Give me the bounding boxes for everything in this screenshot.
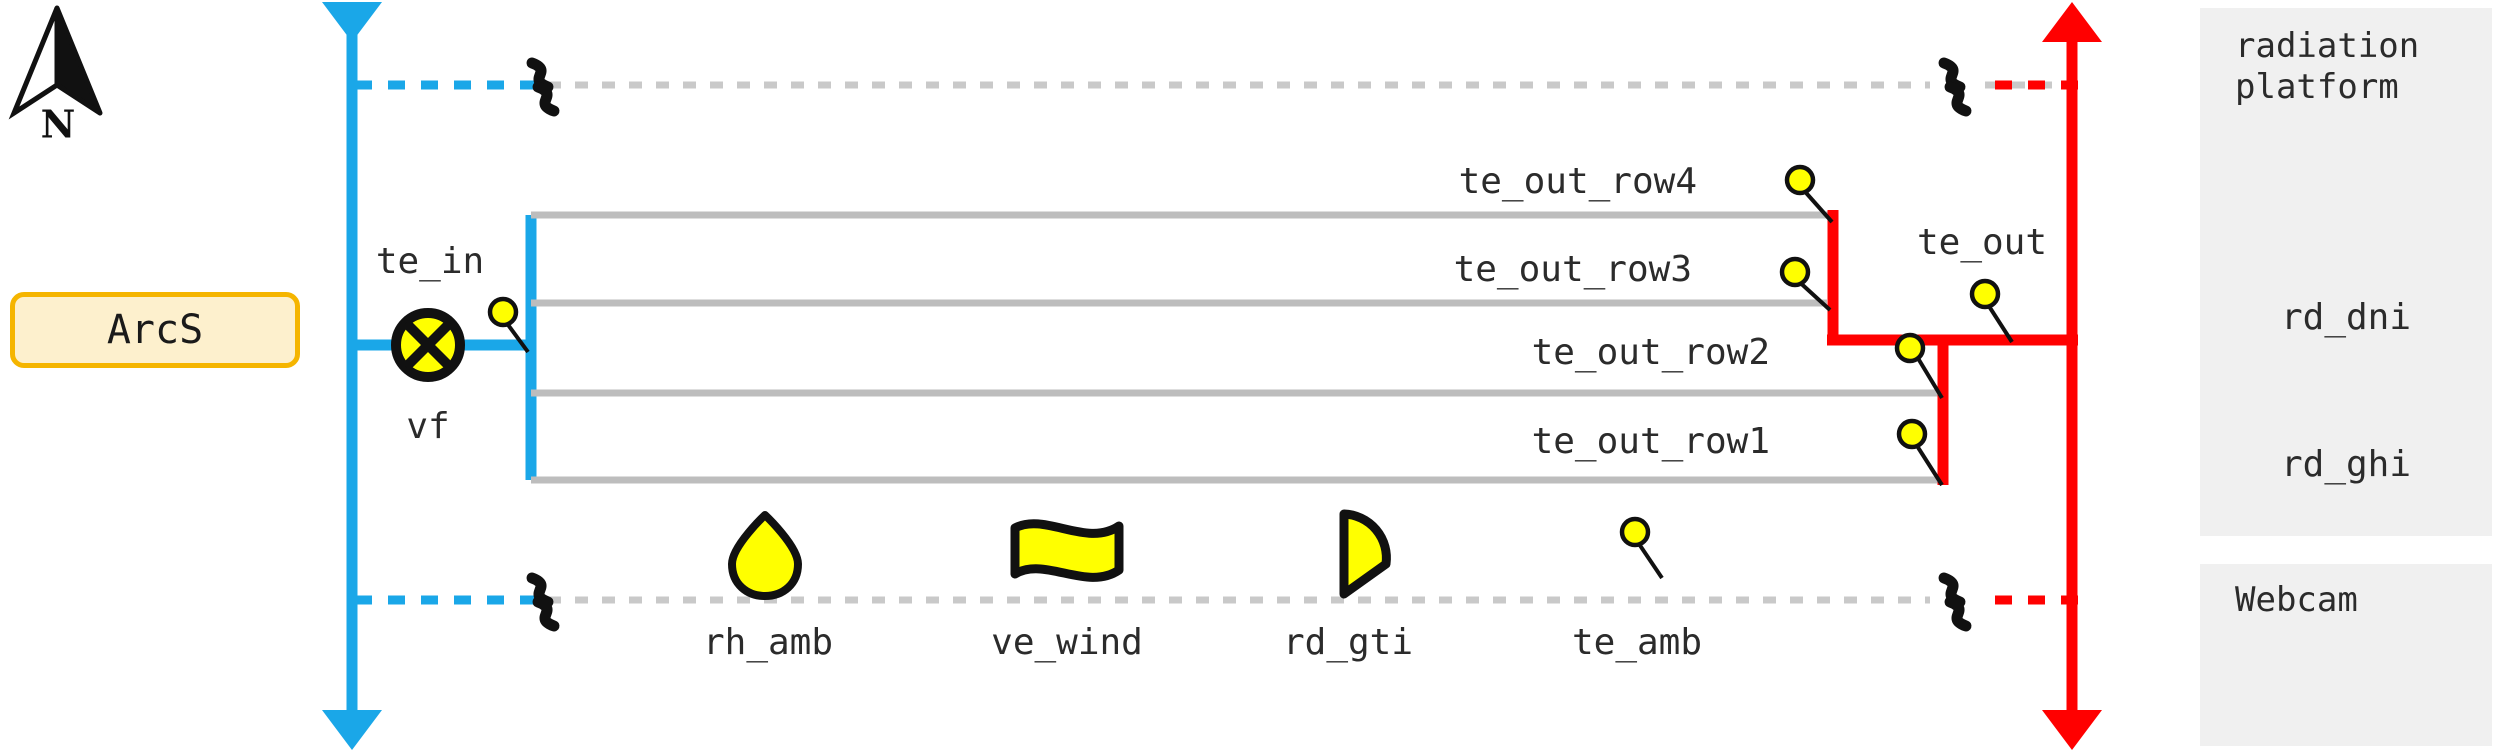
sensor-te-out [1972,281,2014,344]
legend-title-webcam: Webcam [2235,580,2358,620]
te-in-label: te_in [375,240,485,282]
row-label-te-out-row2: te_out_row2 [1531,331,1770,373]
ambient-label-rh-amb: rh_amb [702,621,834,663]
vf-valve-label: vf [406,405,450,447]
north-arrow-icon [8,5,103,120]
legend-label-rd-dni: rd_dni [2280,296,2412,338]
ambient-label-ve-wind: ve_wind [991,621,1143,663]
pipe-break-symbol [1938,572,1972,632]
row-label-te-out-row4: te_out_row4 [1458,160,1697,202]
ambient-label-te-amb: te_amb [1571,621,1703,663]
valve-cross-circle-icon [391,308,465,382]
diagram-vector-layer [8,2,2432,750]
arcs-plant-label: ArcS [106,307,204,353]
tilted-pie-icon [1339,509,1391,599]
sensor-te-out-row1 [1899,421,1944,487]
legend-title-radiation-platform: radiation platform [2235,26,2420,108]
legend-label-rd-ghi: rd_ghi [2280,443,2412,485]
ambient-label-rd-gti: rd_gti [1282,621,1414,663]
compass-label: N [40,101,76,147]
pipe-break-symbol [526,57,560,117]
droplet-icon [728,511,802,600]
arcs-plant-box[interactable]: ArcS [10,292,300,368]
pipe-break-symbol [526,572,560,632]
pin-dot-icon [1622,519,1664,580]
hot-return-pipe [2042,2,2102,750]
row-label-te-out-row1: te_out_row1 [1531,420,1770,462]
te-out-label: te_out [1916,221,2048,263]
diagram-canvas: ArcS N te_in vf te_out_row4 te_out_row3 … [0,0,2500,753]
row-label-te-out-row3: te_out_row3 [1453,248,1692,290]
pipe-break-symbol [1938,57,1972,117]
wavy-flag-icon [1010,519,1124,582]
